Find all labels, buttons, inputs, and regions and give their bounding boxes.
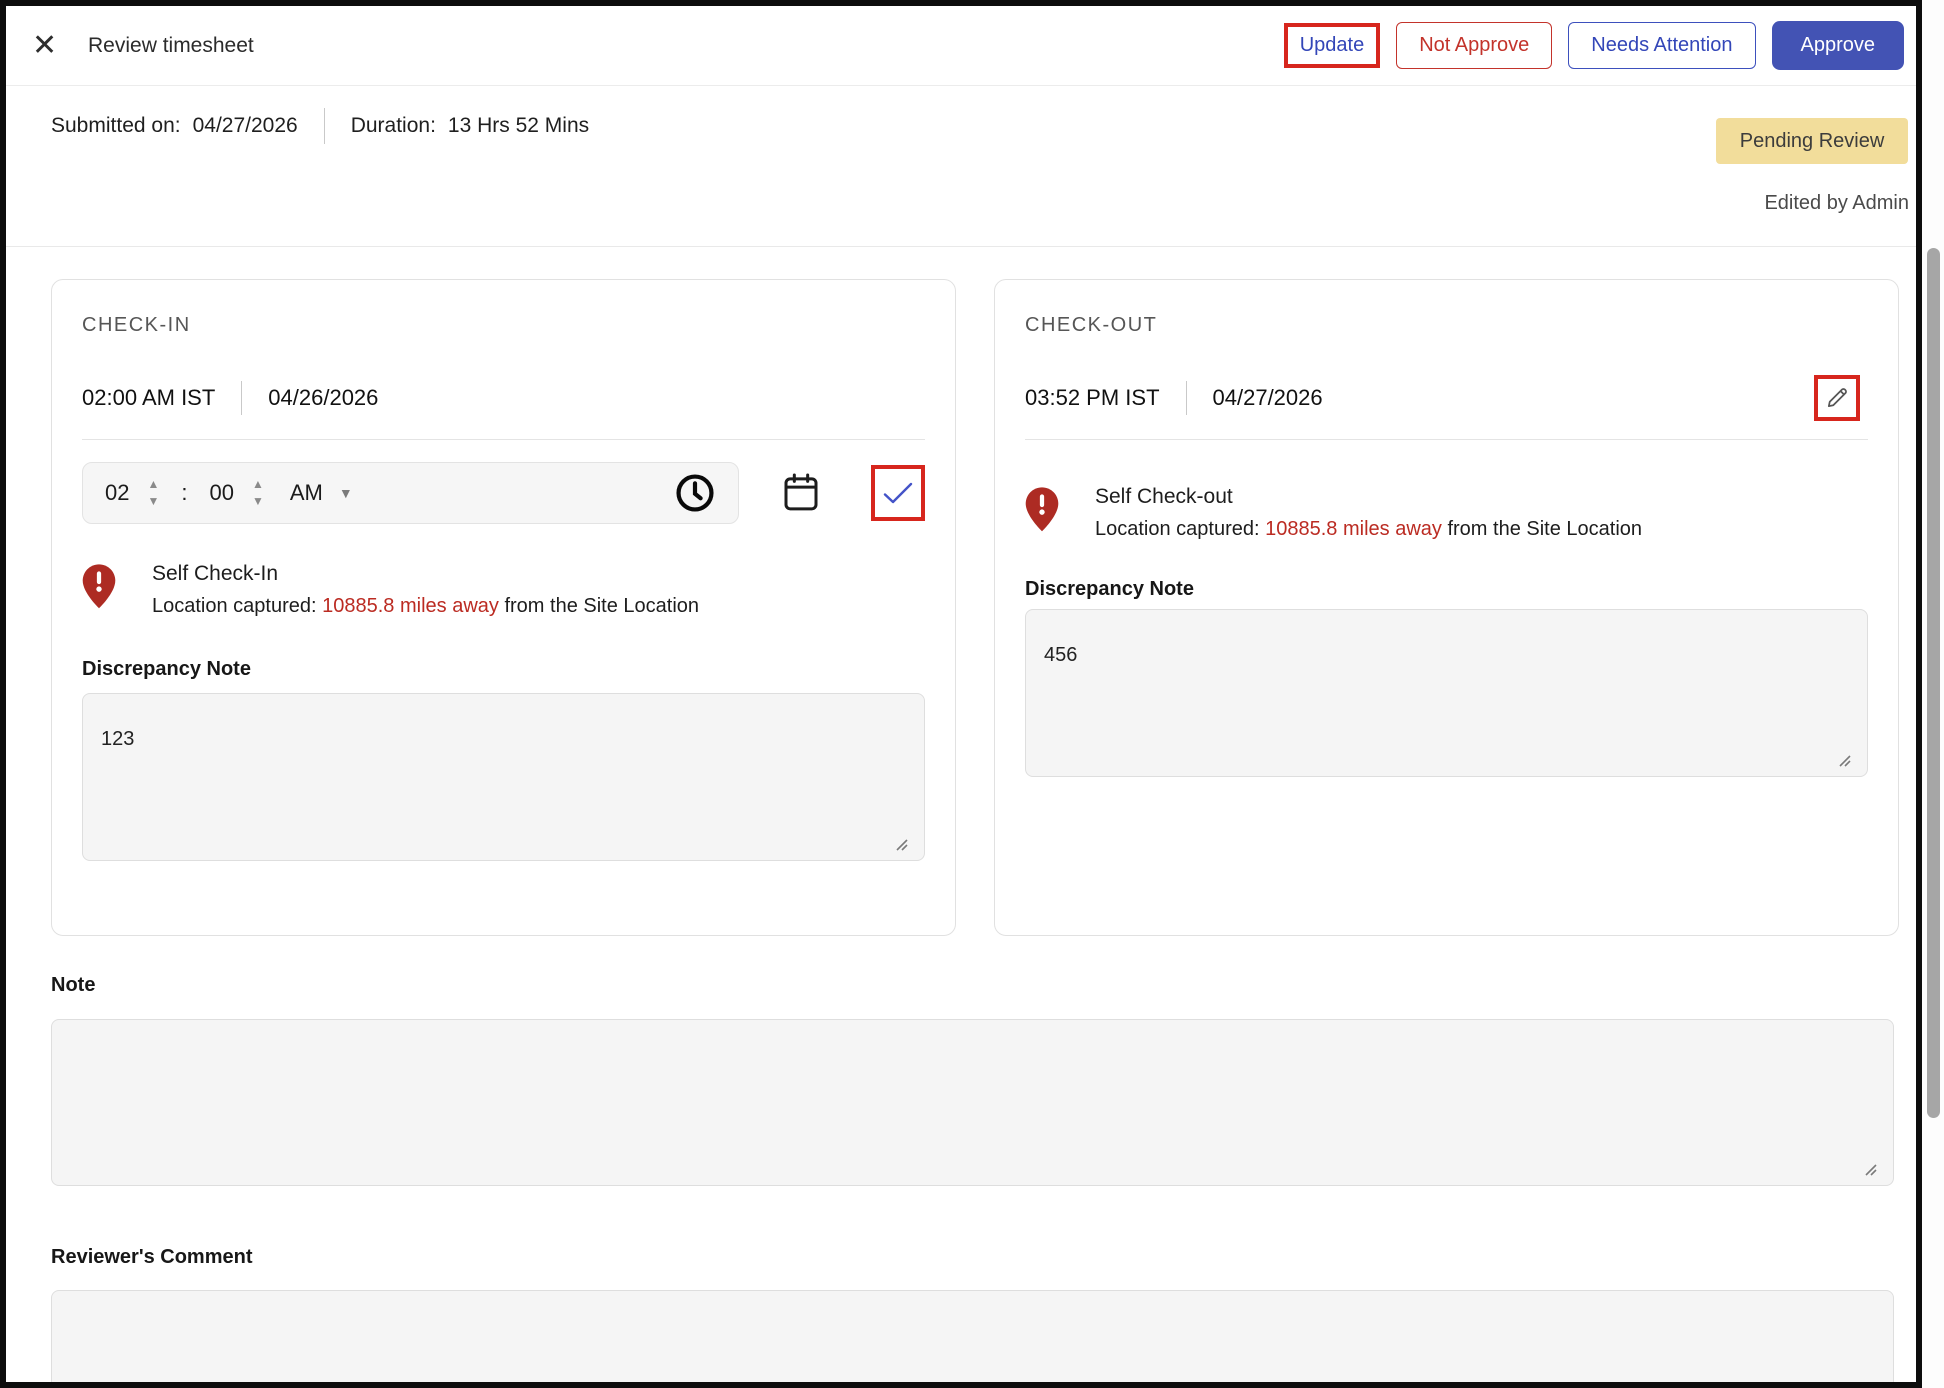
status-badge: Pending Review [1716,118,1908,164]
check-in-discrepancy-wrap: 123 [82,693,925,866]
time-date-divider [1185,381,1187,415]
time-date-divider [241,381,243,415]
clock-icon[interactable] [674,472,716,514]
check-in-title: CHECK-IN [82,314,191,336]
warning-distance: 10885.8 miles away [322,595,499,617]
check-out-discrepancy-wrap: 456 [1025,609,1868,782]
check-in-time-row: 02:00 AM IST 04/26/2026 [82,381,925,415]
check-in-discrepancy-textarea[interactable]: 123 [82,693,925,861]
check-in-time: 02:00 AM IST [82,385,216,410]
duration-value: 13 Hrs 52 Mins [447,114,590,137]
submitted-on: Submitted on: 04/27/2026 [51,114,298,138]
check-out-title: CHECK-OUT [1025,314,1158,336]
time-colon: : [181,480,188,505]
warning-detail: Location captured: 10885.8 miles away fr… [1095,518,1642,541]
check-out-discrepancy-textarea[interactable]: 456 [1025,609,1868,777]
annotation-frame: ✕ Review timesheet Update Not Approve Ne… [0,0,1922,1388]
check-in-warning-text: Self Check-In Location captured: 10885.8… [152,562,699,618]
not-approve-button[interactable]: Not Approve [1396,22,1553,69]
duration: Duration: 13 Hrs 52 Mins [351,114,589,138]
check-out-warning: Self Check-out Location captured: 10885.… [1025,485,1868,541]
location-alert-icon [82,562,116,618]
check-out-time-row: 03:52 PM IST 04/27/2026 [1025,375,1868,421]
confirm-check-icon[interactable] [882,480,914,506]
warning-title: Self Check-out [1095,485,1233,508]
check-in-card: CHECK-IN 02:00 AM IST 04/26/2026 02 ▲ ▼ … [51,279,956,936]
update-annotation-box: Update [1283,23,1381,68]
update-button[interactable]: Update [1300,34,1365,57]
card-divider [1025,439,1868,440]
warning-suffix: from the Site Location [504,595,700,617]
close-icon[interactable]: ✕ [32,30,76,61]
hour-down-icon[interactable]: ▼ [147,495,159,507]
meridiem-select[interactable]: AM [290,480,323,506]
warning-prefix: Location captured: [1095,518,1260,540]
duration-label: Duration: [350,114,436,137]
check-in-date: 04/26/2026 [268,385,379,410]
note-wrap [51,1019,1894,1191]
note-label: Note [51,974,96,996]
warning-suffix: from the Site Location [1447,518,1643,540]
warning-distance: 10885.8 miles away [1265,518,1442,540]
hour-value[interactable]: 02 [105,480,129,506]
page-title: Review timesheet [88,33,254,57]
warning-prefix: Location captured: [152,595,317,617]
edit-pencil-icon[interactable] [1823,384,1851,412]
hour-stepper[interactable]: ▲ ▼ [147,478,159,507]
approve-button[interactable]: Approve [1771,21,1904,70]
review-timesheet-screen: ✕ Review timesheet Update Not Approve Ne… [0,0,1944,1388]
submitted-on-label: Submitted on: [51,114,181,137]
reviewer-comment-label: Reviewer's Comment [51,1246,253,1268]
hour-up-icon[interactable]: ▲ [147,478,159,490]
discrepancy-note-label: Discrepancy Note [1025,578,1194,600]
needs-attention-button[interactable]: Needs Attention [1568,22,1756,69]
location-alert-icon [1025,485,1059,541]
header: ✕ Review timesheet Update Not Approve Ne… [6,6,1916,86]
check-out-date: 04/27/2026 [1212,385,1323,410]
scrollbar-track [1922,0,1944,1388]
card-divider [82,439,925,440]
scrollbar-thumb[interactable] [1927,248,1940,1118]
summary-divider [323,108,325,144]
note-textarea[interactable] [51,1019,1894,1186]
check-out-card: CHECK-OUT 03:52 PM IST 04/27/2026 Self C… [994,279,1899,936]
reviewer-comment-textarea[interactable] [51,1290,1894,1382]
header-actions: Update Not Approve Needs Attention Appro… [1283,21,1904,70]
meridiem-dropdown-icon[interactable]: ▼ [339,485,353,501]
time-input-box[interactable]: 02 ▲ ▼ : 00 ▲ ▼ AM ▼ [82,462,739,524]
submitted-on-value: 04/27/2026 [192,114,298,137]
summary-row: Submitted on: 04/27/2026 Duration: 13 Hr… [51,106,589,146]
section-divider [6,246,1916,247]
warning-detail: Location captured: 10885.8 miles away fr… [152,595,699,618]
check-out-warning-text: Self Check-out Location captured: 10885.… [1095,485,1642,541]
discrepancy-note-label: Discrepancy Note [82,658,251,680]
confirm-annotation-box [870,465,925,521]
calendar-icon[interactable] [781,471,821,515]
reviewer-comment-wrap [51,1290,1894,1382]
warning-title: Self Check-In [152,562,279,585]
minute-stepper[interactable]: ▲ ▼ [252,478,264,507]
check-in-time-editor: 02 ▲ ▼ : 00 ▲ ▼ AM ▼ [82,462,925,524]
minute-down-icon[interactable]: ▼ [252,495,264,507]
minute-up-icon[interactable]: ▲ [252,478,264,490]
edited-by-text: Edited by Admin [1764,192,1909,214]
minute-value[interactable]: 00 [210,480,234,506]
check-in-warning: Self Check-In Location captured: 10885.8… [82,562,925,618]
edit-annotation-box [1814,375,1860,421]
check-out-time: 03:52 PM IST [1025,385,1160,410]
